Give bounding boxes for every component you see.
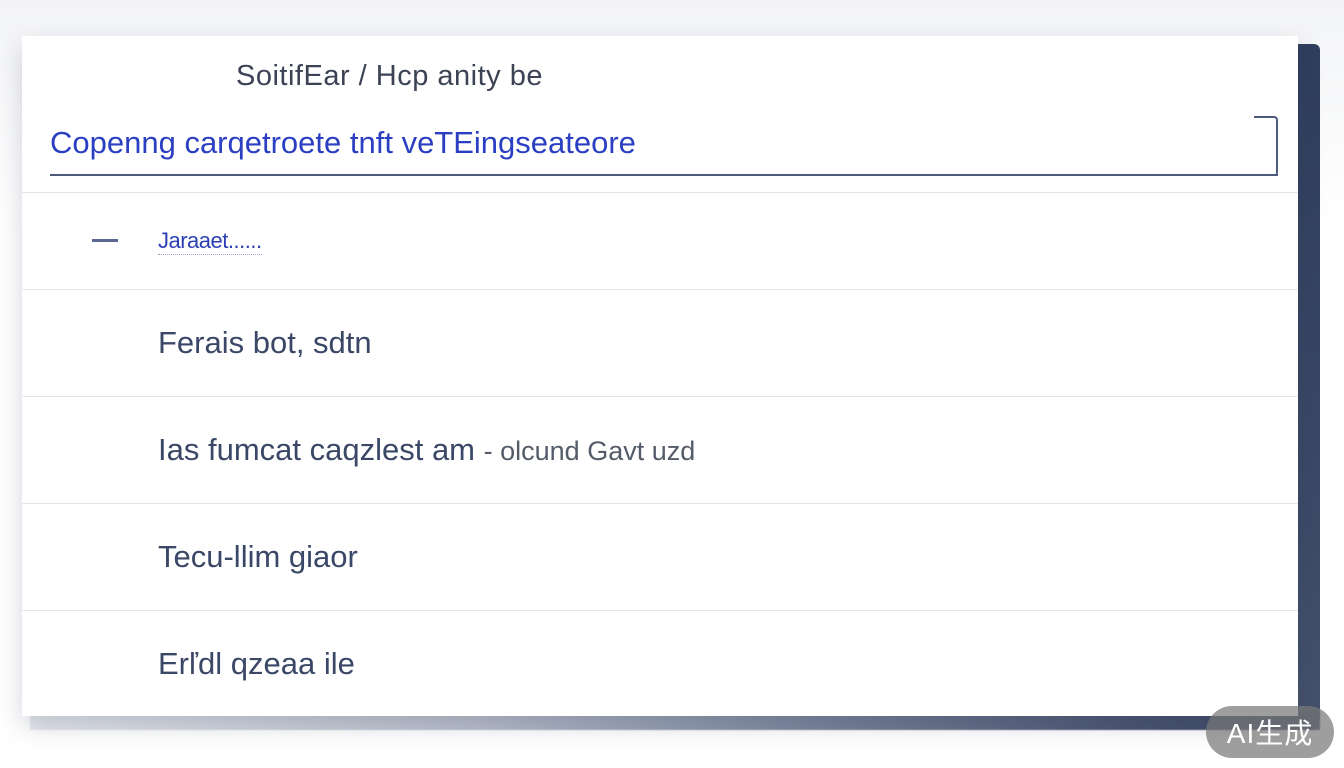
screen: SoitifEar / Hcp anity be Jaraaet...... F… bbox=[0, 0, 1344, 768]
list-item[interactable]: Jaraaet...... bbox=[22, 193, 1298, 290]
list-item-label-group: Ias fumcat caqzlest am - olcund Gavt uzd bbox=[158, 432, 695, 468]
panel-header: SoitifEar / Hcp anity be bbox=[22, 36, 1298, 193]
search-field[interactable] bbox=[50, 114, 1278, 176]
list-item-label: Erľdl qzeaa ile bbox=[158, 646, 355, 681]
list-item[interactable]: Erľdl qzeaa ile bbox=[22, 611, 1298, 716]
list-item-label: Ferais bot, sdtn bbox=[158, 325, 372, 360]
search-input[interactable] bbox=[50, 114, 1210, 172]
option-list: Jaraaet...... Ferais bot, sdtn Ias fumca… bbox=[22, 193, 1298, 716]
list-item-label: Ias fumcat caqzlest am bbox=[158, 432, 476, 467]
selected-marker-icon bbox=[92, 239, 118, 242]
list-item-label: Tecu-llim giaor bbox=[158, 539, 358, 574]
list-item[interactable]: Tecu-llim giaor bbox=[22, 504, 1298, 611]
dropdown-toggle[interactable] bbox=[1254, 116, 1278, 176]
list-item-label: Jaraaet...... bbox=[158, 227, 262, 255]
ai-generated-watermark: AI生成 bbox=[1206, 706, 1334, 758]
list-item[interactable]: Ferais bot, sdtn bbox=[22, 290, 1298, 397]
dropdown-panel: SoitifEar / Hcp anity be Jaraaet...... F… bbox=[22, 36, 1298, 716]
field-label: SoitifEar / Hcp anity be bbox=[236, 60, 543, 92]
list-item[interactable]: Ias fumcat caqzlest am - olcund Gavt uzd bbox=[22, 397, 1298, 504]
panel-edge-shadow bbox=[1296, 44, 1320, 722]
list-item-suffix: - olcund Gavt uzd bbox=[483, 436, 696, 466]
